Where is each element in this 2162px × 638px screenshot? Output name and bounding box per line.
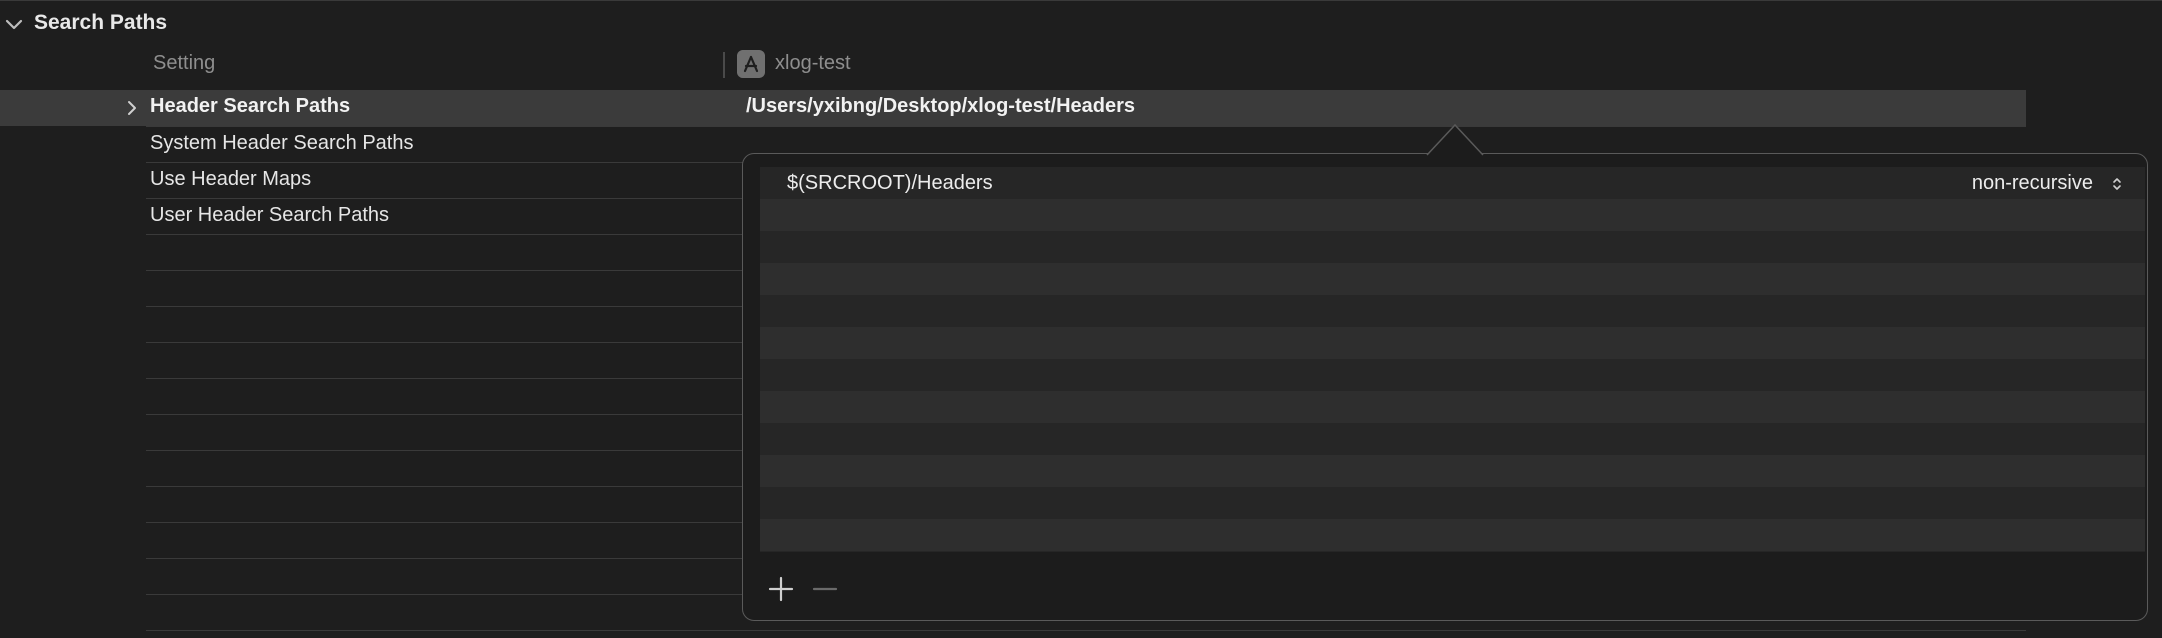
table-row-empty (760, 295, 2145, 327)
table-row-empty (760, 455, 2145, 487)
popover-arrow (1426, 123, 1484, 156)
table-row-empty (760, 487, 2145, 519)
path-value[interactable]: $(SRCROOT)/Headers (787, 172, 993, 195)
setting-row-header-search-paths[interactable]: Header Search Paths (150, 95, 350, 118)
chevron-right-icon[interactable] (123, 99, 141, 117)
popover-toolbar (760, 566, 2145, 604)
app-target-icon (737, 50, 765, 78)
minus-icon[interactable] (810, 574, 840, 604)
table-row-empty (760, 359, 2145, 391)
table-row-empty (760, 199, 2145, 231)
setting-column-header: Setting (153, 52, 216, 74)
section-title: Search Paths (34, 11, 168, 34)
search-paths-section-header[interactable]: Search Paths (0, 0, 2162, 50)
table-row[interactable]: $(SRCROOT)/Headers non-recursive (760, 167, 2145, 199)
paths-table[interactable]: $(SRCROOT)/Headers non-recursive (760, 167, 2145, 552)
table-row-empty (760, 231, 2145, 263)
table-row-empty (760, 391, 2145, 423)
header-search-paths-value[interactable]: /Users/yxibng/Desktop/xlog-test/Headers (746, 95, 1135, 118)
setting-row-system-header-search-paths[interactable]: System Header Search Paths (150, 132, 413, 155)
setting-row-use-header-maps[interactable]: Use Header Maps (150, 168, 311, 191)
table-row-empty (760, 519, 2145, 551)
row-separator (146, 126, 2026, 127)
plus-icon[interactable] (766, 574, 796, 604)
recursion-popup[interactable]: non-recursive (1972, 172, 2093, 195)
table-row-empty (760, 327, 2145, 359)
updown-stepper-icon[interactable] (2111, 176, 2123, 192)
chevron-down-icon[interactable] (4, 15, 24, 35)
column-divider (723, 52, 725, 78)
table-row-empty (760, 423, 2145, 455)
table-row-empty (760, 263, 2145, 295)
setting-row-user-header-search-paths[interactable]: User Header Search Paths (150, 204, 389, 227)
row-separator (146, 630, 2026, 631)
build-settings-panel: Search Paths Setting xlog-test Header Se… (0, 0, 2162, 638)
target-column-header: xlog-test (775, 52, 851, 74)
